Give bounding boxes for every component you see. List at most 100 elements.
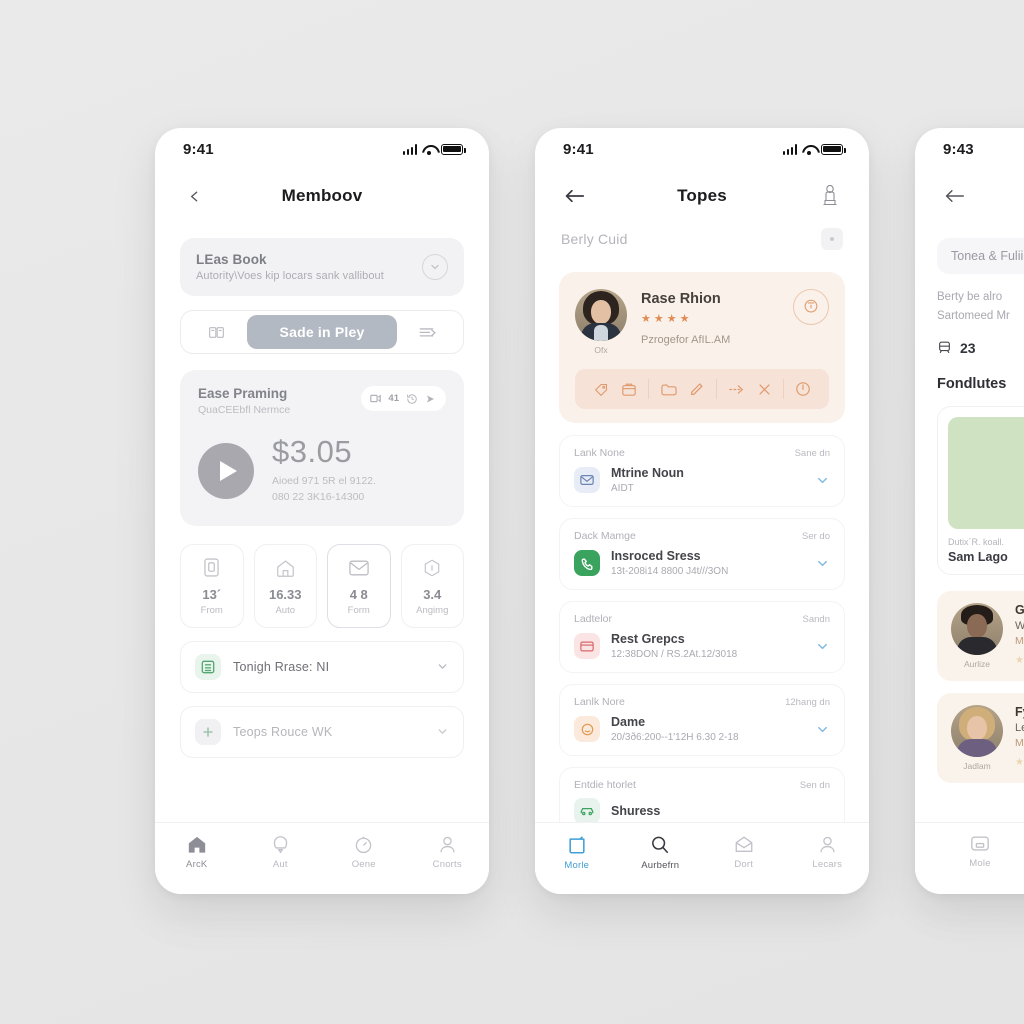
- stat-card-1[interactable]: 16.33 Auto: [253, 543, 317, 628]
- transfer-icon: [419, 328, 436, 337]
- battery-icon: [185, 557, 239, 579]
- tab-cnorts[interactable]: Cnorts: [406, 835, 490, 870]
- chevron-down-icon[interactable]: [436, 725, 449, 738]
- option-row-0[interactable]: Tonigh Rrase: NI: [180, 640, 464, 693]
- segment-right-button[interactable]: [397, 325, 459, 339]
- segment-active-tab[interactable]: Sade in Pley: [247, 315, 397, 349]
- divider: [715, 379, 717, 399]
- option-row-1[interactable]: Teops Rouce WK: [180, 705, 464, 758]
- book-icon: [208, 326, 224, 338]
- list-item[interactable]: Lank None Sane dn Mtrine Noun AIDT: [559, 435, 845, 507]
- play-icon: [219, 460, 237, 481]
- chevron-down-icon[interactable]: [815, 473, 830, 488]
- list-item[interactable]: Ladtelor Sandn Rest Grepcs 12:38DON / RS…: [559, 601, 845, 673]
- play-button[interactable]: [198, 442, 254, 499]
- mail-box-icon: [574, 467, 600, 493]
- user-icon: [820, 836, 835, 853]
- star-icon: ★: [1015, 756, 1024, 768]
- records-list: Lank None Sane dn Mtrine Noun AIDT Dack …: [535, 435, 869, 837]
- send-icon: [427, 395, 434, 402]
- tab-label: Aut: [272, 859, 288, 870]
- alert-icon: [273, 836, 287, 854]
- list-item[interactable]: Lanlk Nore 12hang dn Dame 20/3ð6:200--1'…: [559, 684, 845, 756]
- battery-icon: [821, 143, 846, 155]
- tab-morle[interactable]: Morle: [535, 835, 619, 871]
- map-thumbnail: [948, 416, 1024, 529]
- amount-detail: Aioed 971 5R el 9122. 080 22 3K16-14300: [272, 474, 376, 506]
- tab-aut[interactable]: Aut: [239, 835, 323, 870]
- bottom-tab-bar: Morle Aurbefrn Dort Lecars: [535, 822, 869, 894]
- chevron-down-icon[interactable]: [436, 660, 449, 673]
- map-card[interactable]: Dutix´R. koall. Sam Lago: [937, 405, 1024, 575]
- power-icon[interactable]: [795, 381, 811, 397]
- chevron-down-icon[interactable]: [815, 639, 830, 654]
- media-header: Ease Praming QuaCEEbfl Nermce 41: [198, 386, 446, 416]
- list-item-meta: Sane dn: [794, 447, 830, 459]
- box-icon[interactable]: [621, 382, 637, 397]
- folder-icon[interactable]: [660, 382, 678, 397]
- tab-arck[interactable]: ArcK: [155, 835, 239, 870]
- description-text: Berty be alro Sartomeed Mr: [915, 274, 1024, 326]
- stat-card-0[interactable]: 13´ From: [180, 543, 244, 628]
- list-item-category: Entdie htorlet: [574, 779, 636, 791]
- chevron-down-icon[interactable]: [815, 556, 830, 571]
- person-card[interactable]: Jadlam Fy Le M ★ ★ ★ ★ ★: [937, 692, 1024, 783]
- phone-screen-1: 9:41 Memboov LEas Book Autority\Voes kip…: [155, 128, 489, 894]
- person-line-1: W: [1015, 619, 1024, 632]
- status-bar: 9:41: [535, 128, 869, 170]
- person-rating: ★ ★ ★ ★ ★: [1015, 655, 1024, 666]
- arrow-right-icon[interactable]: [728, 383, 746, 396]
- filter-chip[interactable]: Tonea & Fulii: [937, 238, 1024, 274]
- person-card[interactable]: Aurlize G W M ★ ★ ★ ★ ★: [937, 590, 1024, 681]
- profile-info: Rase Rhion ★ ★ ★ ★ Pzrogefor AfIL.AM: [641, 289, 779, 346]
- person-statue-icon: [823, 185, 837, 206]
- media-card: Ease Praming QuaCEEbfl Nermce 41 $3.05 A…: [180, 370, 464, 526]
- tab-dort[interactable]: Dort: [702, 835, 786, 870]
- segmented-control[interactable]: Sade in Pley: [180, 310, 464, 354]
- avatar: [951, 602, 1003, 655]
- home-icon: [188, 836, 205, 853]
- search-row[interactable]: Berly Cuid: [535, 222, 869, 250]
- media-action-pill[interactable]: 41: [361, 386, 446, 411]
- stat-card-2[interactable]: 4 8 Form: [327, 543, 391, 628]
- search-input[interactable]: Berly Cuid: [561, 231, 628, 247]
- back-button[interactable]: [939, 181, 969, 211]
- tab-mole[interactable]: Mole: [915, 835, 1024, 869]
- person-line-2: M: [1015, 736, 1024, 749]
- stat-label: Auto: [275, 604, 296, 616]
- section-heading: Fondlutes: [937, 375, 1007, 392]
- star-icon: ★: [1015, 654, 1024, 666]
- amount-detail-line-1: Aioed 971 5R el 9122.: [272, 475, 376, 487]
- search-action-button[interactable]: [821, 228, 843, 250]
- list-item-header: Dack Mamge Ser do: [574, 530, 830, 542]
- star-icon: ★: [679, 313, 690, 325]
- award-badge[interactable]: [793, 289, 829, 325]
- star-icon: ★: [641, 313, 651, 325]
- tab-oene[interactable]: Oene: [322, 835, 406, 870]
- person-info: G W M ★ ★ ★ ★ ★: [1015, 603, 1024, 666]
- media-pill-count: 41: [388, 393, 399, 404]
- arrow-left-icon: [565, 189, 584, 203]
- banner-expand-button[interactable]: [422, 254, 448, 280]
- tab-aurbefrn[interactable]: Aurbefrn: [619, 835, 703, 871]
- amount-value: $3.05: [272, 434, 353, 469]
- bottom-tab-bar: Mole: [915, 822, 1024, 894]
- profile-statue-button[interactable]: [815, 181, 845, 211]
- back-button[interactable]: [179, 181, 209, 211]
- back-button[interactable]: [559, 181, 589, 211]
- status-bar: 9:41: [155, 128, 489, 170]
- list-item[interactable]: Dack Mamge Ser do Insroced Sress 13t-208…: [559, 518, 845, 590]
- tag-icon[interactable]: [593, 382, 610, 397]
- mail-open-icon: [735, 836, 753, 852]
- segment-left-button[interactable]: [185, 325, 247, 340]
- notice-banner[interactable]: LEas Book Autority\Voes kip locars sank …: [180, 238, 464, 296]
- chevron-down-icon[interactable]: [815, 722, 830, 737]
- tab-lecars[interactable]: Lecars: [786, 835, 870, 870]
- stat-card-3[interactable]: 3.4 Angimg: [400, 543, 464, 628]
- close-icon[interactable]: [757, 382, 772, 397]
- star-icon: ★: [653, 313, 664, 325]
- stat-label: From: [200, 604, 223, 616]
- pencil-icon[interactable]: [689, 382, 704, 397]
- home-icon: [259, 557, 313, 579]
- list-item-title: Shuress: [611, 804, 661, 818]
